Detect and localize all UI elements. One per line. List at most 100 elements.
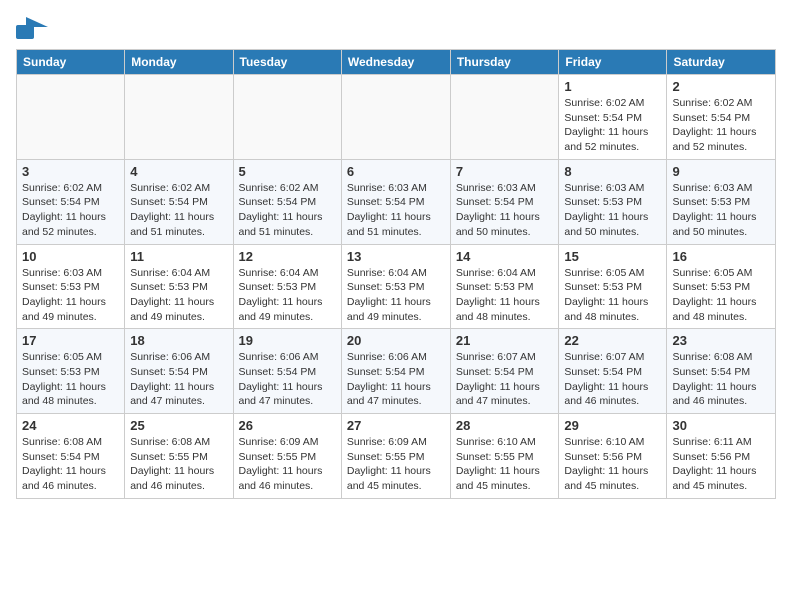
calendar-cell: 3 Sunrise: 6:02 AM Sunset: 5:54 PM Daylig… [17,159,125,244]
day-info: Sunrise: 6:03 AM Sunset: 5:54 PM Dayligh… [456,181,554,240]
day-number: 15 [564,249,661,264]
day-number: 13 [347,249,445,264]
col-header-thursday: Thursday [450,50,559,75]
calendar-cell: 29 Sunrise: 6:10 AM Sunset: 5:56 PM Dayli… [559,414,667,499]
logo [16,16,52,39]
calendar-cell: 16 Sunrise: 6:05 AM Sunset: 5:53 PM Dayli… [667,244,776,329]
day-info: Sunrise: 6:07 AM Sunset: 5:54 PM Dayligh… [456,350,554,409]
day-number: 2 [672,79,770,94]
calendar-cell: 18 Sunrise: 6:06 AM Sunset: 5:54 PM Dayli… [125,329,233,414]
day-number: 29 [564,418,661,433]
calendar-cell: 23 Sunrise: 6:08 AM Sunset: 5:54 PM Dayli… [667,329,776,414]
day-number: 3 [22,164,119,179]
calendar-cell: 20 Sunrise: 6:06 AM Sunset: 5:54 PM Dayli… [341,329,450,414]
col-header-tuesday: Tuesday [233,50,341,75]
col-header-wednesday: Wednesday [341,50,450,75]
calendar-cell: 8 Sunrise: 6:03 AM Sunset: 5:53 PM Daylig… [559,159,667,244]
day-number: 4 [130,164,227,179]
calendar-cell: 6 Sunrise: 6:03 AM Sunset: 5:54 PM Daylig… [341,159,450,244]
day-number: 14 [456,249,554,264]
calendar-week-row: 24Sunrise: 6:08 AM Sunset: 5:54 PM Dayli… [17,414,776,499]
calendar-cell: 11 Sunrise: 6:04 AM Sunset: 5:53 PM Dayli… [125,244,233,329]
day-info: Sunrise: 6:05 AM Sunset: 5:53 PM Dayligh… [22,350,119,409]
day-info: Sunrise: 6:03 AM Sunset: 5:53 PM Dayligh… [22,266,119,325]
day-number: 28 [456,418,554,433]
logo-icon [16,17,48,39]
calendar-cell [17,75,125,160]
calendar-cell: 12Sunrise: 6:04 AM Sunset: 5:53 PM Dayli… [233,244,341,329]
day-info: Sunrise: 6:06 AM Sunset: 5:54 PM Dayligh… [347,350,445,409]
calendar-cell [450,75,559,160]
day-number: 22 [564,333,661,348]
day-info: Sunrise: 6:08 AM Sunset: 5:54 PM Dayligh… [672,350,770,409]
day-info: Sunrise: 6:02 AM Sunset: 5:54 PM Dayligh… [239,181,336,240]
calendar-table: SundayMondayTuesdayWednesdayThursdayFrid… [16,49,776,499]
day-number: 9 [672,164,770,179]
calendar-week-row: 10Sunrise: 6:03 AM Sunset: 5:53 PM Dayli… [17,244,776,329]
day-info: Sunrise: 6:03 AM Sunset: 5:53 PM Dayligh… [564,181,661,240]
col-header-sunday: Sunday [17,50,125,75]
day-info: Sunrise: 6:11 AM Sunset: 5:56 PM Dayligh… [672,435,770,494]
day-info: Sunrise: 6:04 AM Sunset: 5:53 PM Dayligh… [239,266,336,325]
col-header-friday: Friday [559,50,667,75]
calendar-cell: 15 Sunrise: 6:05 AM Sunset: 5:53 PM Dayli… [559,244,667,329]
day-info: Sunrise: 6:06 AM Sunset: 5:54 PM Dayligh… [130,350,227,409]
day-info: Sunrise: 6:04 AM Sunset: 5:53 PM Dayligh… [347,266,445,325]
day-info: Sunrise: 6:08 AM Sunset: 5:54 PM Dayligh… [22,435,119,494]
day-info: Sunrise: 6:02 AM Sunset: 5:54 PM Dayligh… [564,96,661,155]
calendar-cell: 4 Sunrise: 6:02 AM Sunset: 5:54 PM Daylig… [125,159,233,244]
day-number: 6 [347,164,445,179]
day-number: 25 [130,418,227,433]
day-info: Sunrise: 6:02 AM Sunset: 5:54 PM Dayligh… [672,96,770,155]
calendar-cell: 9Sunrise: 6:03 AM Sunset: 5:53 PM Daylig… [667,159,776,244]
calendar-cell: 27 Sunrise: 6:09 AM Sunset: 5:55 PM Dayli… [341,414,450,499]
day-info: Sunrise: 6:05 AM Sunset: 5:53 PM Dayligh… [672,266,770,325]
day-info: Sunrise: 6:09 AM Sunset: 5:55 PM Dayligh… [347,435,445,494]
calendar-cell: 24Sunrise: 6:08 AM Sunset: 5:54 PM Dayli… [17,414,125,499]
calendar-cell: 25 Sunrise: 6:08 AM Sunset: 5:55 PM Dayli… [125,414,233,499]
day-info: Sunrise: 6:02 AM Sunset: 5:54 PM Dayligh… [130,181,227,240]
day-info: Sunrise: 6:02 AM Sunset: 5:54 PM Dayligh… [22,181,119,240]
day-info: Sunrise: 6:08 AM Sunset: 5:55 PM Dayligh… [130,435,227,494]
page-header [16,16,776,39]
calendar-week-row: 1 Sunrise: 6:02 AM Sunset: 5:54 PM Daylig… [17,75,776,160]
calendar-cell [125,75,233,160]
calendar-cell: 21 Sunrise: 6:07 AM Sunset: 5:54 PM Dayli… [450,329,559,414]
day-number: 27 [347,418,445,433]
day-info: Sunrise: 6:07 AM Sunset: 5:54 PM Dayligh… [564,350,661,409]
day-number: 8 [564,164,661,179]
calendar-cell: 5Sunrise: 6:02 AM Sunset: 5:54 PM Daylig… [233,159,341,244]
day-number: 26 [239,418,336,433]
calendar-cell: 17 Sunrise: 6:05 AM Sunset: 5:53 PM Dayli… [17,329,125,414]
calendar-cell: 2 Sunrise: 6:02 AM Sunset: 5:54 PM Daylig… [667,75,776,160]
calendar-cell: 1 Sunrise: 6:02 AM Sunset: 5:54 PM Daylig… [559,75,667,160]
day-number: 21 [456,333,554,348]
day-number: 23 [672,333,770,348]
day-info: Sunrise: 6:05 AM Sunset: 5:53 PM Dayligh… [564,266,661,325]
day-info: Sunrise: 6:10 AM Sunset: 5:56 PM Dayligh… [564,435,661,494]
calendar-cell: 14 Sunrise: 6:04 AM Sunset: 5:53 PM Dayli… [450,244,559,329]
day-info: Sunrise: 6:03 AM Sunset: 5:54 PM Dayligh… [347,181,445,240]
day-info: Sunrise: 6:09 AM Sunset: 5:55 PM Dayligh… [239,435,336,494]
calendar-week-row: 17 Sunrise: 6:05 AM Sunset: 5:53 PM Dayli… [17,329,776,414]
day-info: Sunrise: 6:10 AM Sunset: 5:55 PM Dayligh… [456,435,554,494]
day-number: 18 [130,333,227,348]
calendar-cell [341,75,450,160]
col-header-saturday: Saturday [667,50,776,75]
calendar-cell: 7Sunrise: 6:03 AM Sunset: 5:54 PM Daylig… [450,159,559,244]
calendar-cell: 22 Sunrise: 6:07 AM Sunset: 5:54 PM Dayli… [559,329,667,414]
calendar-cell: 30 Sunrise: 6:11 AM Sunset: 5:56 PM Dayli… [667,414,776,499]
day-number: 11 [130,249,227,264]
day-number: 1 [564,79,661,94]
day-number: 17 [22,333,119,348]
day-number: 16 [672,249,770,264]
day-info: Sunrise: 6:04 AM Sunset: 5:53 PM Dayligh… [456,266,554,325]
calendar-week-row: 3 Sunrise: 6:02 AM Sunset: 5:54 PM Daylig… [17,159,776,244]
day-number: 20 [347,333,445,348]
day-info: Sunrise: 6:04 AM Sunset: 5:53 PM Dayligh… [130,266,227,325]
day-info: Sunrise: 6:06 AM Sunset: 5:54 PM Dayligh… [239,350,336,409]
calendar-cell: 28 Sunrise: 6:10 AM Sunset: 5:55 PM Dayli… [450,414,559,499]
col-header-monday: Monday [125,50,233,75]
calendar-cell: 26 Sunrise: 6:09 AM Sunset: 5:55 PM Dayli… [233,414,341,499]
day-number: 30 [672,418,770,433]
